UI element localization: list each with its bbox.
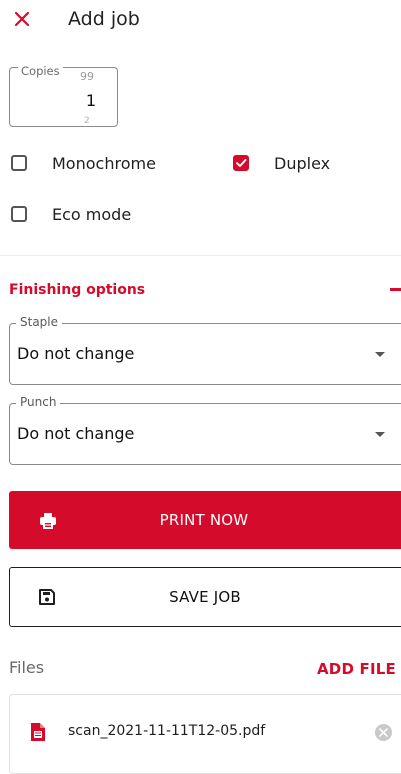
page-title: Add job <box>68 8 140 30</box>
eco-mode-checkbox[interactable] <box>11 206 27 222</box>
monochrome-option[interactable]: Monochrome <box>11 151 156 175</box>
finishing-options-title[interactable]: Finishing options <box>9 282 145 298</box>
punch-label: Punch <box>16 395 61 409</box>
close-icon[interactable] <box>12 8 32 30</box>
pdf-file-icon <box>31 723 45 741</box>
print-now-button[interactable]: PRINT NOW <box>9 491 401 549</box>
files-section-title: Files <box>9 658 45 677</box>
copies-label: Copies <box>18 64 63 78</box>
monochrome-checkbox[interactable] <box>11 155 27 171</box>
duplex-checkbox[interactable] <box>233 155 249 171</box>
print-now-label: PRINT NOW <box>159 511 249 529</box>
staple-dropdown-arrow-icon[interactable] <box>375 352 385 357</box>
remove-circle-icon[interactable] <box>375 724 392 741</box>
eco-mode-option[interactable]: Eco mode <box>11 202 131 226</box>
punch-dropdown-arrow-icon[interactable] <box>375 432 385 437</box>
add-file-button[interactable]: ADD FILE <box>317 660 396 678</box>
copies-value[interactable]: 1 <box>0 91 108 110</box>
app-header: Add job <box>0 0 401 42</box>
file-name: scan_2021-11-11T12-05.pdf <box>68 723 266 739</box>
copies-previous-value[interactable]: 99 <box>80 70 94 83</box>
monochrome-label: Monochrome <box>52 153 156 173</box>
duplex-option[interactable]: Duplex <box>233 151 330 175</box>
checkmark-icon <box>236 159 247 167</box>
section-divider <box>0 255 401 256</box>
copies-next-value[interactable]: 2 <box>84 116 90 126</box>
minus-icon[interactable] <box>390 288 401 291</box>
punch-value: Do not change <box>17 424 135 443</box>
duplex-label: Duplex <box>274 153 331 173</box>
save-job-button[interactable]: SAVE JOB <box>9 567 401 627</box>
staple-value: Do not change <box>17 344 135 363</box>
save-job-label: SAVE JOB <box>169 588 241 606</box>
staple-label: Staple <box>16 315 63 329</box>
eco-mode-label: Eco mode <box>52 204 132 224</box>
